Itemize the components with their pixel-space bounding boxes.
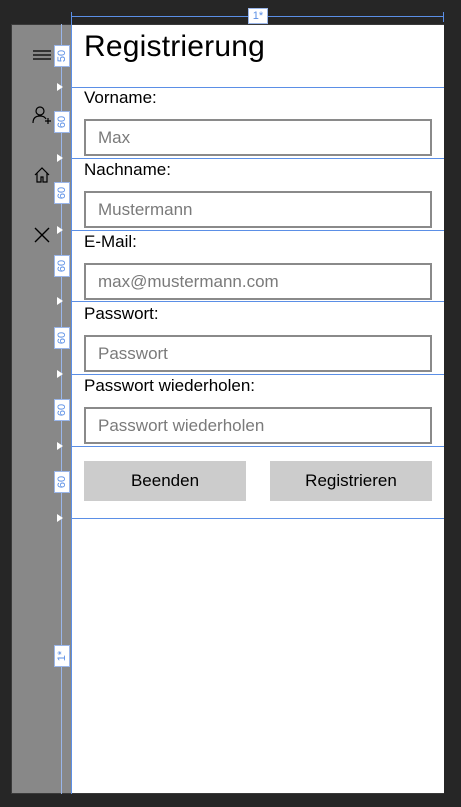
row-marker[interactable] xyxy=(57,514,63,522)
firstname-field[interactable] xyxy=(84,119,432,156)
row-guide xyxy=(72,301,444,302)
firstname-label: Vorname: xyxy=(84,88,157,107)
password-field[interactable] xyxy=(84,335,432,372)
row-marker[interactable] xyxy=(57,370,63,378)
row-guide xyxy=(72,518,444,519)
row-height-badge[interactable]: 60 xyxy=(54,399,70,421)
column-guide-left xyxy=(71,14,72,794)
row-guide xyxy=(72,87,444,88)
password-repeat-label: Passwort wiederholen: xyxy=(84,376,256,395)
column-width-badge[interactable]: 1* xyxy=(248,8,268,24)
email-label: E-Mail: xyxy=(84,232,137,251)
lastname-field[interactable] xyxy=(84,191,432,228)
password-repeat-field[interactable] xyxy=(84,407,432,444)
row-height-badge[interactable]: 50 xyxy=(54,45,70,67)
cancel-button[interactable]: Beenden xyxy=(84,461,246,501)
row-guide xyxy=(72,230,444,231)
email-field[interactable] xyxy=(84,263,432,300)
column-tick-right xyxy=(443,12,444,22)
row-marker[interactable] xyxy=(57,297,63,305)
row-marker[interactable] xyxy=(57,154,63,162)
add-user-icon[interactable] xyxy=(30,103,54,127)
hamburger-menu-icon[interactable] xyxy=(30,43,54,67)
register-button[interactable]: Registrieren xyxy=(270,461,432,501)
row-height-badge[interactable]: 60 xyxy=(54,327,70,349)
row-height-badge[interactable]: 60 xyxy=(54,111,70,133)
row-marker[interactable] xyxy=(57,442,63,450)
registration-form: Registrierung Vorname: Nachname: E-Mail:… xyxy=(72,25,444,793)
page-title: Registrierung xyxy=(84,30,266,63)
column-tick-left xyxy=(71,12,72,22)
row-height-badge[interactable]: 60 xyxy=(54,255,70,277)
row-guide xyxy=(72,446,444,447)
lastname-label: Nachname: xyxy=(84,160,171,179)
row-height-badge[interactable]: 60 xyxy=(54,471,70,493)
password-label: Passwort: xyxy=(84,304,159,323)
row-height-badge[interactable]: 1* xyxy=(54,645,70,667)
row-guide xyxy=(72,158,444,159)
home-icon[interactable] xyxy=(30,163,54,187)
close-icon[interactable] xyxy=(30,223,54,247)
row-marker[interactable] xyxy=(57,226,63,234)
row-guide xyxy=(72,374,444,375)
row-height-badge[interactable]: 60 xyxy=(54,182,70,204)
row-marker[interactable] xyxy=(57,83,63,91)
